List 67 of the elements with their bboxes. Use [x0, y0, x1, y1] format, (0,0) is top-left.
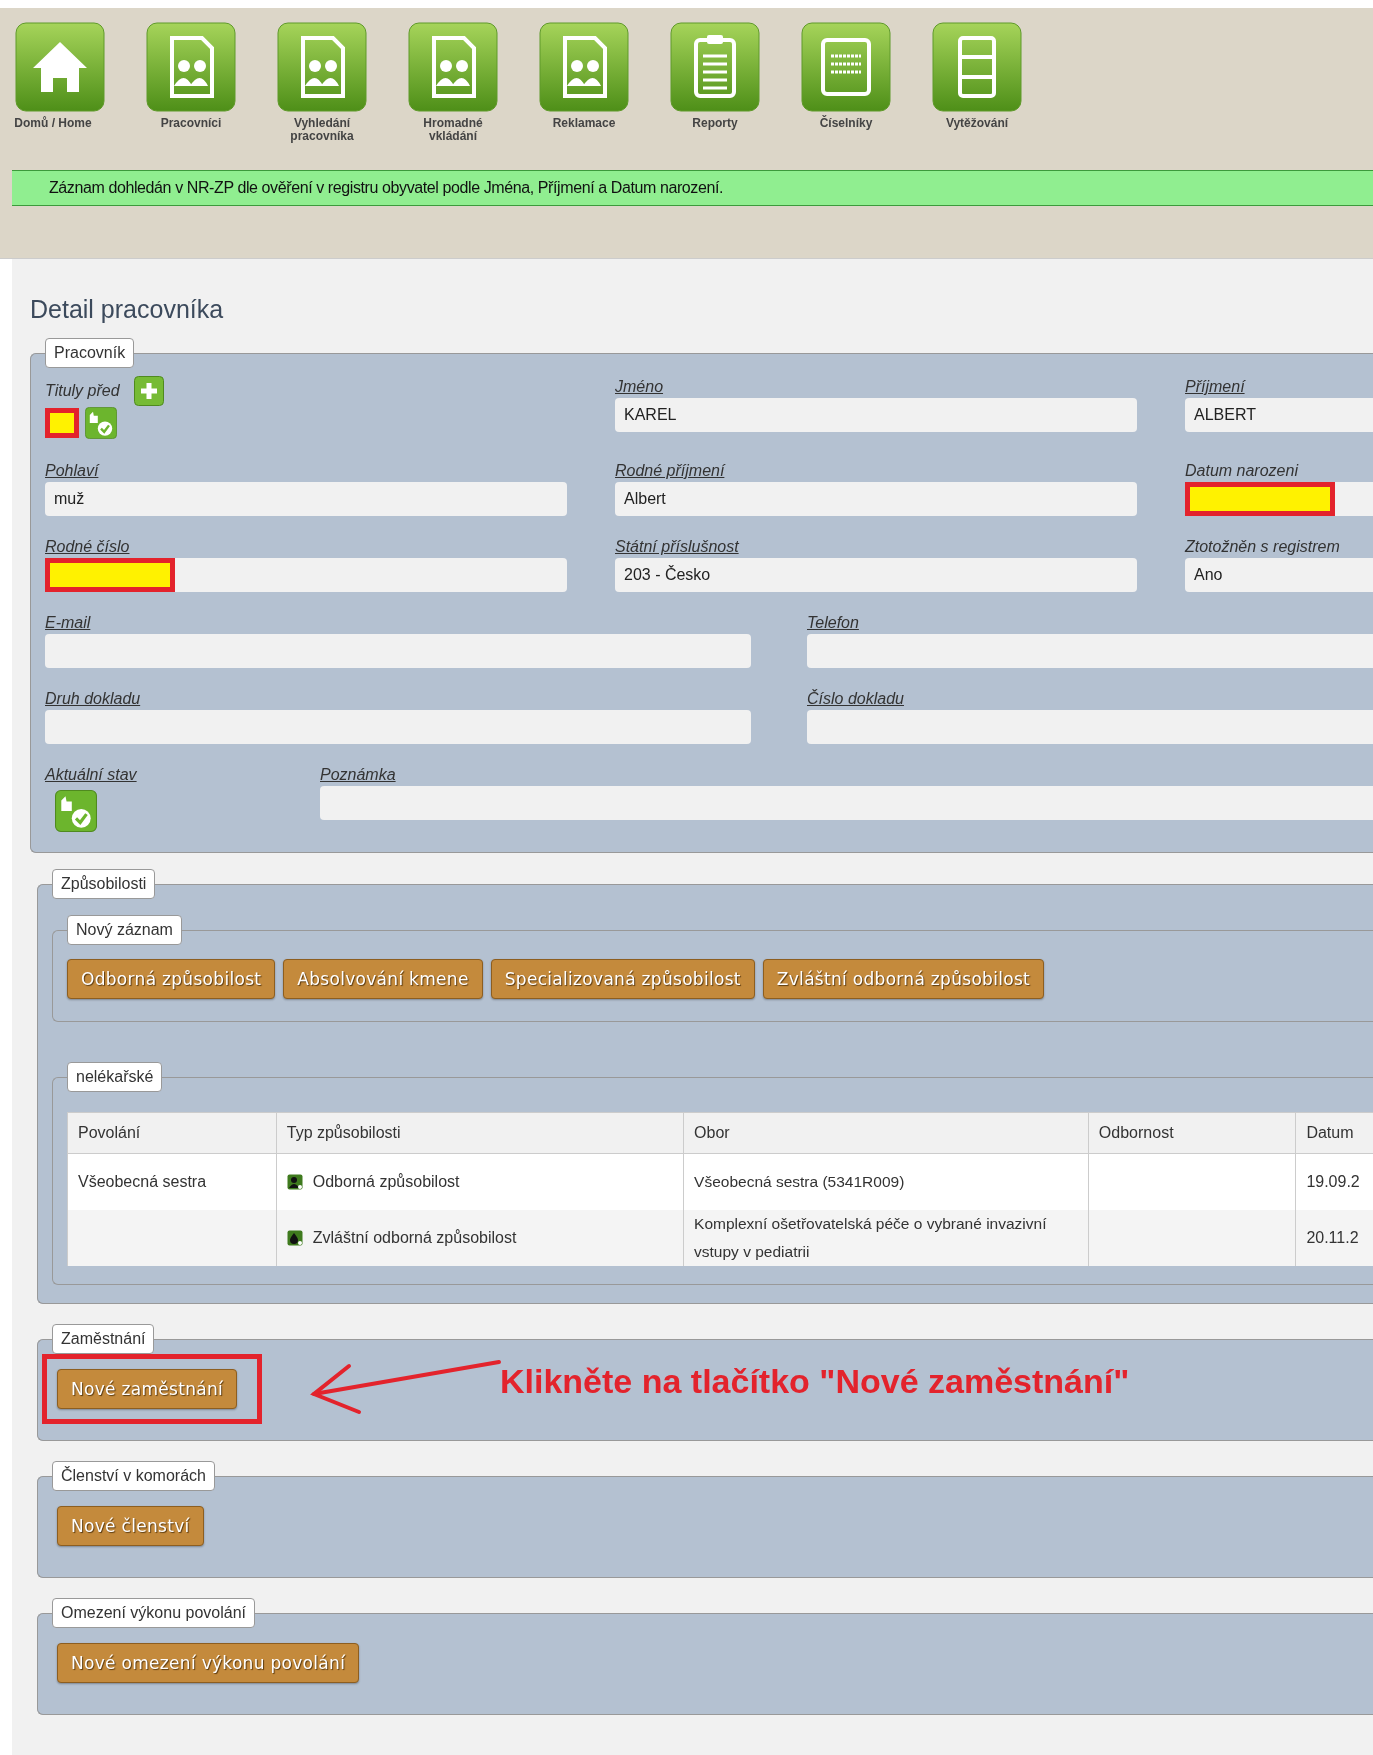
approve-icon[interactable]	[85, 407, 117, 439]
field-label: Tituly před	[45, 381, 120, 401]
text-field[interactable]	[45, 710, 751, 744]
text-field[interactable]: Albert	[615, 482, 1137, 516]
text-field[interactable]	[45, 634, 751, 668]
table-cell: 20.11.2	[1295, 1210, 1373, 1266]
section-legend: Způsobilosti	[52, 869, 156, 899]
field-label: Rodné číslo	[45, 537, 131, 557]
toolbar-button[interactable]: Vytěžování	[932, 22, 1022, 170]
field-label: E-mail	[45, 613, 92, 633]
section-legend: Zaměstnání	[52, 1324, 155, 1354]
section-legend: Členství v komorách	[52, 1461, 215, 1491]
field-label: Pohlaví	[45, 461, 101, 481]
drop-icon	[286, 1230, 303, 1246]
people-document-icon	[539, 22, 629, 112]
toolbar-button[interactable]: Reporty	[670, 22, 760, 170]
section-legend: Pracovník	[45, 338, 135, 368]
text-field[interactable]	[45, 558, 567, 592]
field-label: Číslo dokladu	[807, 688, 905, 709]
field-label: Státní příslušnost	[615, 537, 740, 557]
table-cell: Zvláštní odborná způsobilost	[312, 1229, 517, 1247]
text-field[interactable]: 203 - Česko	[615, 558, 1137, 592]
callout-text: Klikněte na tlačítko "Nové zaměstnání"	[500, 1362, 1130, 1401]
toolbar-button[interactable]: Číselníky	[801, 22, 891, 170]
text-field[interactable]: ALBERT	[1185, 398, 1373, 432]
field-label: Datum narozeni	[1185, 461, 1300, 481]
card-icon	[801, 22, 891, 112]
column-header: Povolání	[67, 1112, 277, 1154]
toolbar-button[interactable]: Domů / Home	[15, 22, 105, 170]
toolbar-button[interactable]: Pracovníci	[146, 22, 236, 170]
home-icon	[15, 22, 105, 112]
people-document-icon	[146, 22, 236, 112]
field-label: Telefon	[807, 613, 860, 633]
field-label: Poznámka	[320, 765, 397, 785]
text-field[interactable]: muž	[45, 482, 567, 516]
toolbar-button[interactable]: Hromadné vkládání	[408, 22, 498, 170]
add-icon[interactable]	[133, 376, 164, 406]
field-label: Ztotožněn s registrem	[1185, 537, 1341, 557]
table-cell: Odborná způsobilost	[312, 1173, 460, 1191]
table-cell: Komplexní ošetřovatelská péče o vybrané invazivní vstupy v pediatrii	[683, 1210, 1089, 1266]
toolbar-button[interactable]: Reklamace	[539, 22, 629, 170]
column-header: Obor	[683, 1112, 1089, 1154]
text-field[interactable]	[320, 786, 1373, 820]
column-header: Datum	[1295, 1112, 1373, 1154]
field-label: Aktuální stav	[45, 765, 138, 785]
field-label: Příjmení	[1185, 377, 1247, 397]
toolbar-button[interactable]: Vyhledání pracovníka	[277, 22, 367, 170]
section-legend: nelékařské	[67, 1062, 163, 1092]
field-label: Rodné příjmení	[615, 461, 727, 481]
section-legend: Nový záznam	[67, 915, 182, 945]
info-message: Záznam dohledán v NR-ZP dle ověření v registru obyvatel podle Jména, Příjmení a Datum narození.	[12, 170, 1373, 206]
person-icon	[286, 1174, 303, 1190]
column-header: Odbornost	[1088, 1112, 1296, 1154]
text-field[interactable]	[807, 634, 1373, 668]
field-label: Druh dokladu	[45, 689, 142, 709]
approve-icon[interactable]	[55, 790, 97, 832]
text-field[interactable]: Ano	[1185, 558, 1373, 592]
list-icon	[932, 22, 1022, 112]
section-legend: Omezení výkonu povolání	[52, 1598, 255, 1628]
field-label: Jméno	[615, 377, 665, 397]
column-header: Typ způsobilosti	[276, 1112, 684, 1154]
page-title: Detail pracovníka	[30, 295, 225, 324]
text-field[interactable]: KAREL	[615, 398, 1137, 432]
people-document-icon	[277, 22, 367, 112]
text-field[interactable]	[807, 710, 1373, 744]
people-document-icon	[408, 22, 498, 112]
clipboard-icon	[670, 22, 760, 112]
